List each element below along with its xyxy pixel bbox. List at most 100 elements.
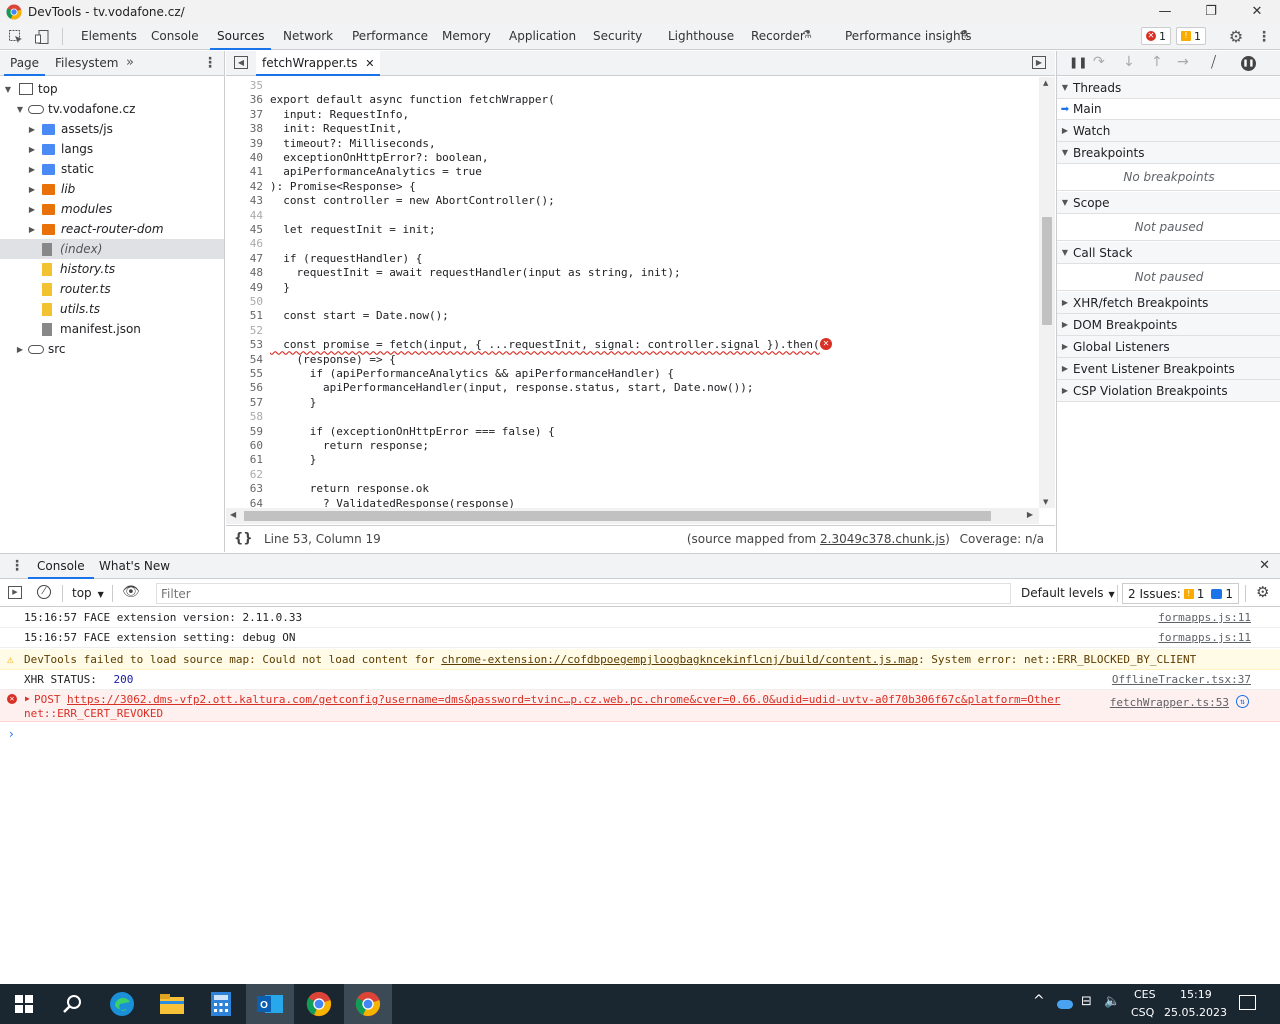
clock-date[interactable]: 25.05.2023 bbox=[1164, 1006, 1227, 1019]
inspect-element-icon[interactable] bbox=[6, 27, 26, 46]
tab-performance-insights[interactable]: Performance insights bbox=[845, 23, 972, 50]
line-number[interactable]: 61 bbox=[226, 453, 263, 466]
line-number[interactable]: 44 bbox=[226, 209, 263, 222]
console-settings-gear-icon[interactable]: ⚙ bbox=[1256, 583, 1269, 601]
tree-item-folder[interactable]: ▶ static bbox=[0, 159, 224, 179]
deactivate-breakpoints-icon[interactable]: ⧸ bbox=[1211, 53, 1216, 71]
tab-performance[interactable]: Performance bbox=[352, 23, 428, 50]
minimize-button[interactable]: — bbox=[1142, 0, 1188, 23]
collapse-arrow-icon[interactable]: ▶ bbox=[27, 225, 37, 234]
pause-on-exceptions-icon[interactable]: ❚❚ bbox=[1241, 56, 1256, 71]
calculator-icon[interactable] bbox=[197, 984, 245, 1024]
expand-request-arrow-icon[interactable]: ▶ bbox=[25, 694, 30, 703]
tree-item-folder[interactable]: ▶ assets/js bbox=[0, 119, 224, 139]
line-number[interactable]: 64 bbox=[226, 497, 263, 508]
error-count-badge[interactable]: ✕ 1 bbox=[1141, 27, 1171, 45]
toggle-navigator-icon[interactable]: ◀ bbox=[234, 56, 248, 69]
line-number[interactable]: 43 bbox=[226, 194, 263, 207]
dom-breakpoints-pane-header[interactable]: ▶ DOM Breakpoints bbox=[1057, 314, 1280, 336]
line-number[interactable]: 40 bbox=[226, 151, 263, 164]
language-indicator-top[interactable]: CES bbox=[1134, 988, 1156, 1001]
drawer-tab-whats-new[interactable]: What's New bbox=[99, 554, 170, 579]
navigator-tab-page[interactable]: Page bbox=[4, 51, 46, 76]
language-indicator-bottom[interactable]: CSQ bbox=[1131, 1006, 1154, 1019]
close-window-button[interactable]: ✕ bbox=[1234, 0, 1280, 23]
tab-network[interactable]: Network bbox=[283, 23, 333, 50]
step-icon[interactable]: → bbox=[1177, 54, 1189, 70]
tab-console[interactable]: Console bbox=[151, 23, 199, 50]
line-number[interactable]: 45 bbox=[226, 223, 263, 236]
tree-item-folder[interactable]: ▶ lib bbox=[0, 179, 224, 199]
log-levels-dropdown[interactable]: Default levels ▼ bbox=[1021, 586, 1115, 600]
csp-violation-breakpoints-pane-header[interactable]: ▶ CSP Violation Breakpoints bbox=[1057, 380, 1280, 402]
file-explorer-icon[interactable] bbox=[148, 984, 196, 1024]
search-icon[interactable] bbox=[48, 984, 96, 1024]
line-number[interactable]: 59 bbox=[226, 425, 263, 438]
console-prompt-icon[interactable]: › bbox=[9, 727, 14, 741]
line-number[interactable]: 42 bbox=[226, 180, 263, 193]
event-listener-breakpoints-pane-header[interactable]: ▶ Event Listener Breakpoints bbox=[1057, 358, 1280, 380]
context-selector[interactable]: top ▼ bbox=[72, 586, 104, 600]
tab-memory[interactable]: Memory bbox=[442, 23, 491, 50]
error-marker-icon[interactable]: ✕ bbox=[820, 338, 832, 351]
notifications-icon[interactable] bbox=[1239, 995, 1256, 1010]
line-number[interactable]: 37 bbox=[226, 108, 263, 121]
outlook-icon[interactable]: O bbox=[246, 984, 294, 1024]
line-number[interactable]: 54 bbox=[226, 353, 263, 366]
tree-item-file[interactable]: router.ts bbox=[0, 279, 224, 299]
collapse-arrow-icon[interactable]: ▶ bbox=[27, 185, 37, 194]
line-number[interactable]: 36 bbox=[226, 93, 263, 106]
pretty-print-icon[interactable]: {} bbox=[234, 531, 253, 546]
message-source-link[interactable]: formapps.js:11 bbox=[1158, 628, 1251, 648]
editor-tab-fetchwrapper[interactable]: fetchWrapper.ts ✕ bbox=[256, 51, 381, 76]
line-number[interactable]: 60 bbox=[226, 439, 263, 452]
warning-count-badge[interactable]: ! 1 bbox=[1176, 27, 1206, 45]
threads-pane-header[interactable]: ▼ Threads bbox=[1057, 77, 1280, 99]
step-over-icon[interactable]: ↷ bbox=[1093, 54, 1105, 70]
settings-gear-icon[interactable]: ⚙ bbox=[1226, 27, 1246, 46]
tree-item-domain[interactable]: ▶ src bbox=[0, 339, 224, 359]
line-number[interactable]: 35 bbox=[226, 79, 263, 92]
line-number[interactable]: 56 bbox=[226, 381, 263, 394]
editor-horizontal-scrollbar[interactable]: ◀ ▶ bbox=[226, 508, 1039, 524]
tab-security[interactable]: Security bbox=[593, 23, 642, 50]
line-number[interactable]: 58 bbox=[226, 410, 263, 423]
line-number[interactable]: 51 bbox=[226, 309, 263, 322]
show-hidden-icons-chevron-icon[interactable]: ^ bbox=[1033, 993, 1045, 1009]
line-number[interactable]: 63 bbox=[226, 482, 263, 495]
restore-button[interactable]: ❐ bbox=[1188, 0, 1234, 23]
tab-application[interactable]: Application bbox=[509, 23, 576, 50]
line-number[interactable]: 41 bbox=[226, 165, 263, 178]
call-stack-pane-header[interactable]: ▼ Call Stack bbox=[1057, 242, 1280, 264]
line-number[interactable]: 53 bbox=[226, 338, 263, 351]
navigator-menu-icon[interactable]: ⋮ bbox=[203, 55, 217, 71]
message-source-link[interactable]: fetchWrapper.ts:53 bbox=[1110, 696, 1229, 709]
breakpoints-pane-header[interactable]: ▼ Breakpoints bbox=[1057, 142, 1280, 164]
line-number[interactable]: 52 bbox=[226, 324, 263, 337]
watch-pane-header[interactable]: ▶ Watch bbox=[1057, 120, 1280, 142]
tab-recorder[interactable]: Recorder bbox=[751, 23, 805, 50]
console-sidebar-icon[interactable]: ▶ bbox=[8, 586, 22, 599]
tree-item-file-selected[interactable]: (index) bbox=[0, 239, 224, 259]
expand-arrow-icon[interactable]: ▼ bbox=[15, 105, 25, 114]
volume-icon[interactable]: 🔈 bbox=[1104, 994, 1120, 1009]
thread-main[interactable]: ➡ Main bbox=[1057, 99, 1280, 120]
drawer-tab-console[interactable]: Console bbox=[28, 554, 94, 579]
line-number[interactable]: 38 bbox=[226, 122, 263, 135]
more-options-icon[interactable]: ⋮ bbox=[1254, 27, 1274, 46]
tree-item-file[interactable]: utils.ts bbox=[0, 299, 224, 319]
clear-console-icon[interactable]: ⁄ bbox=[37, 585, 51, 599]
line-number[interactable]: 62 bbox=[226, 468, 263, 481]
code-lines[interactable]: 35 36 export default async function fetchW… bbox=[226, 77, 1039, 508]
toggle-debugger-icon[interactable]: ▶ bbox=[1032, 56, 1046, 69]
tree-item-folder[interactable]: ▶ modules bbox=[0, 199, 224, 219]
source-map-url-link[interactable]: chrome-extension://cofdbpoegempjloogbagk… bbox=[441, 653, 918, 666]
global-listeners-pane-header[interactable]: ▶ Global Listeners bbox=[1057, 336, 1280, 358]
line-number[interactable]: 49 bbox=[226, 281, 263, 294]
tab-sources[interactable]: Sources bbox=[210, 23, 272, 50]
onedrive-cloud-icon[interactable] bbox=[1057, 1000, 1073, 1009]
close-drawer-icon[interactable]: ✕ bbox=[1259, 558, 1270, 573]
issues-counter[interactable]: 2 Issues: ! 1 1 bbox=[1122, 583, 1240, 604]
pause-icon[interactable]: ❚❚ bbox=[1069, 56, 1087, 69]
editor-vertical-scrollbar[interactable]: ▲ ▼ bbox=[1039, 77, 1055, 508]
